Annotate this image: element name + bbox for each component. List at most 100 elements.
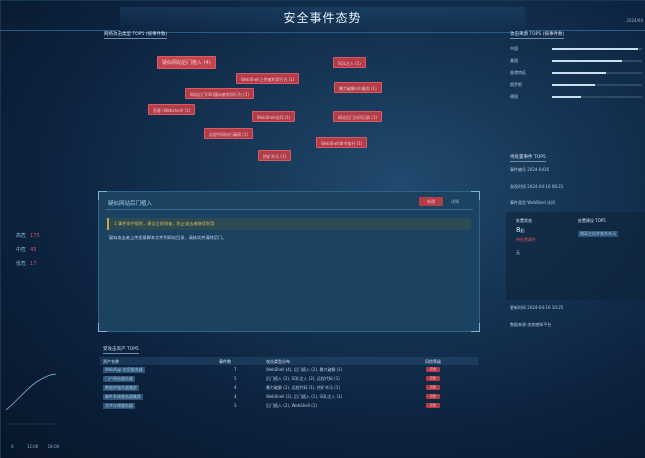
detail-link[interactable]: 详情 xyxy=(451,197,459,206)
tag-item[interactable]: SQL注入 (1) xyxy=(333,57,366,68)
risk-badge: 高危 xyxy=(426,376,440,381)
table-row[interactable]: 邮件系统服务器集群 4 WebShell (2), 后门植入 (1), SQL注入 … xyxy=(100,393,478,400)
source-bar-fill xyxy=(552,72,606,74)
severity-label: 低危 xyxy=(16,261,27,267)
source-bar-label: 俄罗斯 xyxy=(510,82,522,87)
severity-value: 45 xyxy=(30,247,37,253)
source-bar xyxy=(552,48,642,50)
source-bar xyxy=(552,96,642,98)
alert-banner: 1 事件命中规则，建议立即排查，防止攻击者继续利用 xyxy=(107,218,471,230)
divider xyxy=(105,209,473,210)
pending-count: 8起 xyxy=(516,226,524,234)
event-count: 5 xyxy=(234,376,237,381)
security-dashboard: 安全事件态势 2024/04 网络攻击类型 TOP5 (按事件数) 疑似网站后门… xyxy=(0,0,645,458)
tag-item[interactable]: WebShell上传被利用行为 (1) xyxy=(236,73,300,84)
tag-item[interactable]: 挖矿木马 (1) xyxy=(258,150,291,161)
event-count: 3 xyxy=(234,403,237,408)
attack-distribution: WebShell (2), 后门植入 (1), SQL注入 (1) xyxy=(266,394,343,399)
tag-item[interactable]: WebShell访问 (1) xyxy=(252,111,296,122)
update-time: 更新时间 2024-04-16 10:25 xyxy=(510,305,564,310)
box-col2-head: 处置建议 TOP5 xyxy=(578,218,606,223)
risk-badge: 高危 xyxy=(426,403,440,408)
risk-badge: 高危 xyxy=(426,367,440,372)
pending-count-unit: 起 xyxy=(520,228,525,233)
corner-decoration xyxy=(471,191,480,200)
asset-name-link[interactable]: 文件存储服务器 xyxy=(103,403,135,409)
source-bar-fill xyxy=(552,60,623,62)
source-bar-fill xyxy=(552,48,638,50)
tag-item[interactable]: 恶意 (Webshell) (1) xyxy=(148,104,196,115)
attack-distribution: 后门植入 (2), SQL注入 (2), 远程代码 (1) xyxy=(266,376,340,381)
risk-badge: 高危 xyxy=(426,385,440,390)
asset-name-link[interactable]: 数据库服务器集群 xyxy=(103,385,139,391)
time-tick: 0 xyxy=(11,444,14,449)
assets-table-heading: 受攻击资产 TOP5 xyxy=(103,347,139,354)
source-bar-label: 中国 xyxy=(510,46,518,51)
box-placeholder: 无 xyxy=(516,250,520,255)
event-detail-dialog: 疑似网站后门植入 处理 详情 1 事件命中规则，建议立即排查，防止攻击者继续利用… xyxy=(98,191,480,332)
handle-button[interactable]: 处理 xyxy=(419,197,443,206)
data-source: 数据来源 态势感知平台 xyxy=(510,322,552,327)
attack-distribution: WebShell (4), 后门植入 (2), 暴力破解 (1) xyxy=(266,367,343,372)
tag-item[interactable]: WebShell命令执行 (1) xyxy=(316,137,368,148)
corner-decoration xyxy=(98,323,107,332)
time-tick: 18:00 xyxy=(47,444,60,449)
table-row[interactable]: WebApp 应用服务器 7 WebShell (4), 后门植入 (2), 暴力破… xyxy=(100,366,478,373)
event-count: 4 xyxy=(234,385,237,390)
header-time: 2024/04 xyxy=(626,18,643,23)
trend-sparkline xyxy=(6,373,56,425)
source-bar-label: 香港特区 xyxy=(510,70,526,75)
severity-label: 中危 xyxy=(16,247,27,253)
page-title: 安全事件态势 xyxy=(283,11,362,25)
pending-events-heading: 待处置事件 TOP5 xyxy=(510,155,546,162)
attack-distribution: 暴力破解 (2), 远程代码 (1), 挖矿木马 (1) xyxy=(266,385,340,390)
table-row[interactable]: 文件存储服务器 3 后门植入 (2), WebShell (1) 高危 xyxy=(100,402,478,409)
disposal-box: 处置状态 处置建议 TOP5 8起 待处置事件 隔离主机并查杀木马 无 xyxy=(506,212,645,300)
source-bar-label: 德国 xyxy=(510,94,518,99)
severity-row: 高危 173 xyxy=(16,232,40,239)
event-count: 7 xyxy=(234,367,237,372)
severity-value: 17 xyxy=(30,261,37,267)
header-line-left xyxy=(0,30,120,31)
asset-name-link[interactable]: 邮件系统服务器集群 xyxy=(103,394,143,400)
asset-name-link[interactable]: 门户网站服务器 xyxy=(103,376,135,382)
source-top-heading: 攻击来源 TOP5 (按事件数) xyxy=(510,32,565,39)
event-count: 4 xyxy=(234,394,237,399)
attack-types-heading: 网络攻击类型 TOP5 (按事件数) xyxy=(104,32,168,39)
asset-name-link[interactable]: WebApp 应用服务器 xyxy=(103,367,145,373)
source-bar xyxy=(552,84,642,86)
header: 安全事件态势 2024/04 xyxy=(0,0,645,33)
severity-row: 低危 17 xyxy=(16,260,36,267)
dialog-title: 疑似网站后门植入 xyxy=(108,201,153,207)
tag-item[interactable]: 网站后门(IIS)疑似被利用行为 (1) xyxy=(185,88,254,99)
tag-item[interactable]: 网站后门访问记录 (1) xyxy=(333,111,382,122)
table-row[interactable]: 门户网站服务器 5 后门植入 (2), SQL注入 (2), 远程代码 (1) 高危 xyxy=(100,375,478,382)
pending-count-note: 待处置事件 xyxy=(516,237,536,242)
corner-decoration xyxy=(471,323,480,332)
table-header: 资产名称 事件数 攻击类型分布 风险等级 xyxy=(100,357,478,365)
pending-item[interactable]: 事件编号 2024-0416 xyxy=(510,167,549,173)
risk-badge: 高危 xyxy=(426,394,440,399)
pending-item[interactable]: 事件类型 WebShell 访问 xyxy=(510,200,555,206)
time-tick: 12:00 xyxy=(26,444,39,449)
source-bar-label: 美国 xyxy=(510,58,518,63)
col-header: 资产名称 xyxy=(103,359,119,364)
tag-item[interactable]: 疑似网站后门植入 (4) xyxy=(157,56,216,69)
suggestion-chip[interactable]: 隔离主机并查杀木马 xyxy=(578,231,618,237)
time-axis: 0 12:00 18:00 xyxy=(11,444,59,449)
box-col1-head: 处置状态 xyxy=(516,218,532,223)
col-header: 事件数 xyxy=(219,359,231,364)
source-bar xyxy=(552,60,642,62)
source-bar xyxy=(552,72,642,74)
tag-item[interactable]: 暴力破解ssh服务 (1) xyxy=(334,82,382,93)
source-bar-fill xyxy=(552,96,581,98)
severity-value: 173 xyxy=(30,233,40,239)
pending-item[interactable]: 发现时间 2024-04-16 08:21 xyxy=(510,184,563,190)
source-bar-fill xyxy=(552,84,596,86)
table-row[interactable]: 数据库服务器集群 4 暴力破解 (2), 远程代码 (1), 挖矿木马 (1) 高危 xyxy=(100,384,478,391)
tag-item[interactable]: 远程代码执行漏洞 (1) xyxy=(204,128,253,139)
col-header: 攻击类型分布 xyxy=(266,359,290,364)
corner-decoration xyxy=(98,191,107,200)
attack-distribution: 后门植入 (2), WebShell (1) xyxy=(266,403,317,408)
col-header: 风险等级 xyxy=(425,359,441,364)
